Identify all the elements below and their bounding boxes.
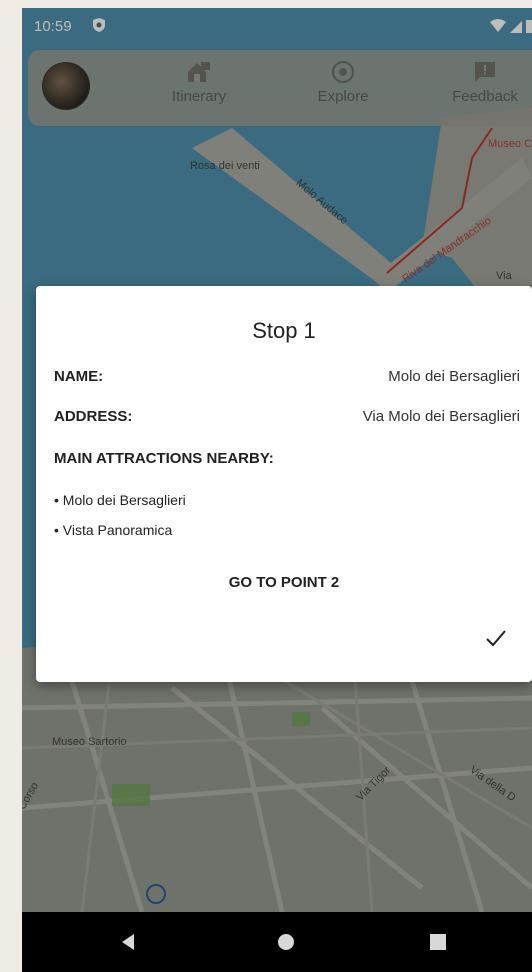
list-item: • Vista Panoramica: [54, 522, 173, 538]
name-label: NAME:: [54, 368, 104, 385]
name-row: NAME: Molo dei Bersaglieri: [54, 368, 520, 385]
attractions-label: MAIN ATTRACTIONS NEARBY:: [54, 450, 274, 467]
go-to-point-button[interactable]: GO TO POINT 2: [36, 574, 532, 591]
attraction-name: Vista Panoramica: [62, 522, 173, 538]
recents-icon[interactable]: [430, 934, 446, 955]
address-value: Via Molo dei Bersaglieri: [362, 408, 520, 425]
confirm-button[interactable]: [484, 628, 508, 653]
list-item: • Molo dei Bersaglieri: [54, 492, 186, 508]
address-label: ADDRESS:: [54, 408, 133, 425]
phone-screen: Rosa dei venti Molo Audace Riva del Mand…: [22, 8, 532, 972]
attractions-heading: MAIN ATTRACTIONS NEARBY:: [54, 450, 520, 467]
stop-dialog: Stop 1 NAME: Molo dei Bersaglieri ADDRES…: [36, 286, 532, 682]
check-icon: [484, 630, 508, 652]
system-navigation-bar: [22, 912, 532, 972]
name-value: Molo dei Bersaglieri: [388, 368, 520, 385]
dialog-title: Stop 1: [252, 318, 316, 343]
back-icon[interactable]: [118, 932, 138, 957]
home-button-icon[interactable]: [277, 933, 295, 956]
address-row: ADDRESS: Via Molo dei Bersaglieri: [54, 408, 520, 425]
attraction-name: Molo dei Bersaglieri: [62, 492, 186, 508]
